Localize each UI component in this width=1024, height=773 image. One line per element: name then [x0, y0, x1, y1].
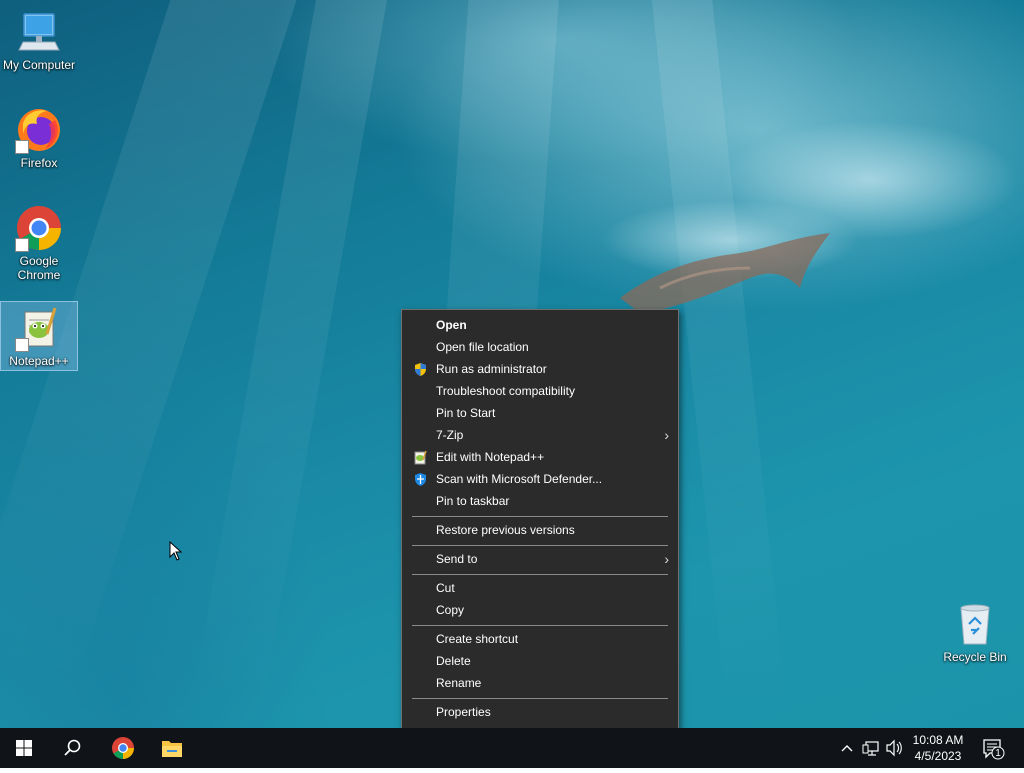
- network-icon: [862, 741, 879, 756]
- mouse-cursor-icon: [169, 541, 183, 561]
- taskbar-chrome-button[interactable]: [99, 728, 147, 768]
- shortcut-arrow-icon: [15, 140, 29, 154]
- chrome-icon: [15, 204, 63, 252]
- menu-item-properties[interactable]: Properties: [402, 701, 678, 723]
- clock-time: 10:08 AM: [912, 733, 964, 747]
- firefox-icon: [15, 106, 63, 154]
- menu-item-edit-with-notepadpp[interactable]: Edit with Notepad++: [402, 446, 678, 468]
- windows-start-icon: [16, 740, 32, 756]
- desktop-icon-firefox[interactable]: Firefox: [1, 106, 77, 170]
- menu-item-rename[interactable]: Rename: [402, 672, 678, 694]
- menu-item-copy[interactable]: Copy: [402, 599, 678, 621]
- taskbar: 10:08 AM 4/5/2023 1: [0, 728, 1024, 768]
- menu-item-troubleshoot-compatibility[interactable]: Troubleshoot compatibility: [402, 380, 678, 402]
- menu-item-open[interactable]: Open: [402, 314, 678, 336]
- search-button[interactable]: [48, 728, 96, 768]
- notepadpp-icon: [15, 304, 63, 352]
- desktop-icon-label: My Computer: [2, 58, 76, 72]
- shortcut-arrow-icon: [15, 338, 29, 352]
- notification-icon: [983, 739, 1005, 760]
- desktop-icon-label: Notepad++: [9, 354, 69, 368]
- desktop-icon-google-chrome[interactable]: Google Chrome: [1, 204, 77, 284]
- desktop-icon-label: Google Chrome: [17, 254, 61, 282]
- menu-separator: [412, 516, 668, 517]
- file-explorer-icon: [162, 741, 182, 757]
- notification-count-badge: 1: [995, 748, 1001, 759]
- menu-item-create-shortcut[interactable]: Create shortcut: [402, 628, 678, 650]
- menu-separator: [412, 574, 668, 575]
- clock-date: 4/5/2023: [914, 749, 962, 763]
- menu-item-pin-to-taskbar[interactable]: Pin to taskbar: [402, 490, 678, 512]
- show-hidden-icons-button[interactable]: [838, 728, 856, 768]
- menu-item-open-file-location[interactable]: Open file location: [402, 336, 678, 358]
- recycle-bin-icon: [951, 600, 999, 648]
- menu-item-restore-previous-versions[interactable]: Restore previous versions: [402, 519, 678, 541]
- menu-item-delete[interactable]: Delete: [402, 650, 678, 672]
- chevron-up-icon: [841, 745, 853, 752]
- menu-item-run-as-administrator[interactable]: Run as administrator: [402, 358, 678, 380]
- uac-shield-icon: [415, 363, 426, 376]
- submenu-arrow-icon: ›: [664, 427, 669, 443]
- computer-icon: [15, 8, 63, 56]
- taskbar-clock[interactable]: 10:08 AM 4/5/2023: [900, 732, 976, 764]
- notepadpp-icon: [414, 450, 427, 465]
- menu-separator: [412, 698, 668, 699]
- chrome-icon: [112, 737, 134, 759]
- menu-item-scan-with-defender[interactable]: Scan with Microsoft Defender...: [402, 468, 678, 490]
- desktop-icon-label: Firefox: [20, 156, 58, 170]
- menu-item-7zip[interactable]: 7-Zip ›: [402, 424, 678, 446]
- desktop[interactable]: My Computer Firefox Google Chrome Notepa…: [0, 0, 1024, 728]
- menu-item-pin-to-start[interactable]: Pin to Start: [402, 402, 678, 424]
- menu-separator: [412, 625, 668, 626]
- taskbar-file-explorer-button[interactable]: [148, 728, 196, 768]
- start-button[interactable]: [0, 728, 48, 768]
- wallpaper-mermaid-tail: [620, 233, 830, 313]
- desktop-icon-label: Recycle Bin: [943, 650, 1007, 664]
- defender-icon: [415, 473, 426, 486]
- shortcut-arrow-icon: [15, 238, 29, 252]
- menu-item-send-to[interactable]: Send to ›: [402, 548, 678, 570]
- search-icon: [64, 739, 81, 756]
- desktop-icon-notepadpp[interactable]: Notepad++: [0, 301, 78, 371]
- context-menu: Open Open file location Run as administr…: [401, 309, 679, 728]
- desktop-icon-my-computer[interactable]: My Computer: [1, 8, 77, 72]
- network-button[interactable]: [860, 728, 882, 768]
- menu-separator: [412, 545, 668, 546]
- action-center-button[interactable]: 1: [978, 728, 1008, 768]
- menu-item-cut[interactable]: Cut: [402, 577, 678, 599]
- submenu-arrow-icon: ›: [664, 551, 669, 567]
- desktop-icon-recycle-bin[interactable]: Recycle Bin: [937, 600, 1013, 670]
